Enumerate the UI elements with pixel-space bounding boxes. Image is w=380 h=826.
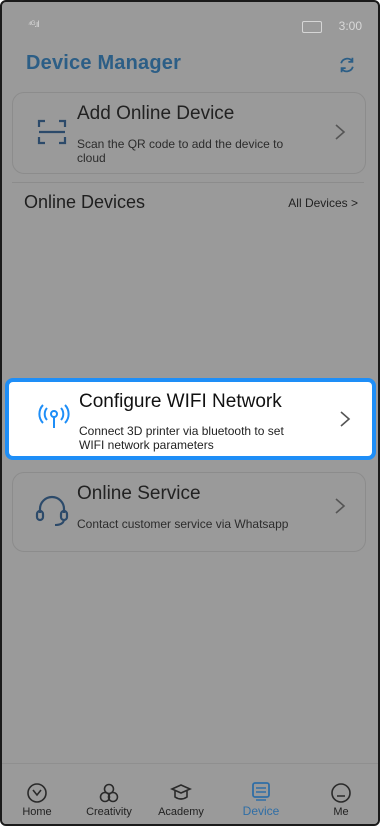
- online-service-subtitle: Contact customer service via Whatsapp: [77, 517, 289, 531]
- tab-device[interactable]: Device: [228, 780, 294, 818]
- tab-label: Academy: [158, 806, 204, 818]
- wifi-broadcast-icon: [38, 404, 70, 428]
- add-device-title: Add Online Device: [77, 103, 235, 124]
- chevron-right-icon: [335, 124, 346, 140]
- configure-wifi-subtitle-line1: Connect 3D printer via bluetooth to set: [79, 424, 284, 438]
- tab-academy[interactable]: Academy: [148, 782, 214, 818]
- online-service-title: Online Service: [77, 483, 201, 504]
- home-icon: [27, 783, 47, 803]
- device-icon: [252, 782, 270, 801]
- headset-icon: [35, 495, 69, 526]
- chevron-right-icon: [340, 411, 351, 427]
- tab-home[interactable]: Home: [4, 782, 70, 818]
- chevron-right-icon: [335, 498, 346, 514]
- tab-label: Home: [22, 806, 52, 818]
- configure-wifi-card[interactable]: Configure WIFI Network Connect 3D printe…: [5, 378, 376, 460]
- scan-icon: [37, 119, 67, 145]
- all-devices-link[interactable]: All Devices >: [288, 196, 358, 210]
- header: Device Manager: [26, 52, 358, 82]
- clock: 3:00: [338, 19, 362, 33]
- status-bar: ⁴ᴳ.ıl 3:00: [2, 2, 378, 46]
- page-title: Device Manager: [26, 52, 182, 74]
- tab-me[interactable]: Me: [308, 782, 374, 818]
- me-icon: [331, 783, 351, 803]
- tab-label: Device: [242, 804, 280, 818]
- tab-label: Me: [333, 806, 349, 818]
- signal-icon: ⁴ᴳ.ıl: [28, 19, 39, 29]
- add-online-device-card[interactable]: Add Online Device Scan the QR code to ad…: [12, 92, 366, 174]
- tab-label: Creativity: [86, 806, 132, 818]
- battery-icon: [302, 21, 322, 33]
- configure-wifi-title: Configure WIFI Network: [79, 391, 282, 412]
- add-device-subtitle-line1: Scan the QR code to add the device to: [77, 137, 284, 151]
- online-service-card[interactable]: Online Service Contact customer service …: [12, 472, 366, 552]
- creativity-icon: [99, 783, 119, 803]
- refresh-icon[interactable]: [338, 56, 356, 74]
- divider: [12, 182, 364, 183]
- add-device-subtitle-line2: cloud: [77, 151, 106, 165]
- academy-icon: [170, 784, 192, 800]
- configure-wifi-subtitle-line2: WIFI network parameters: [79, 438, 214, 452]
- phone-screen: ⁴ᴳ.ıl 3:00 Device Manager Add Online Dev…: [0, 0, 380, 826]
- tab-creativity[interactable]: Creativity: [76, 782, 142, 818]
- bottom-tab-bar: Home Creativity Academy Device Me: [2, 763, 378, 824]
- online-devices-section: Online Devices All Devices >: [24, 192, 358, 216]
